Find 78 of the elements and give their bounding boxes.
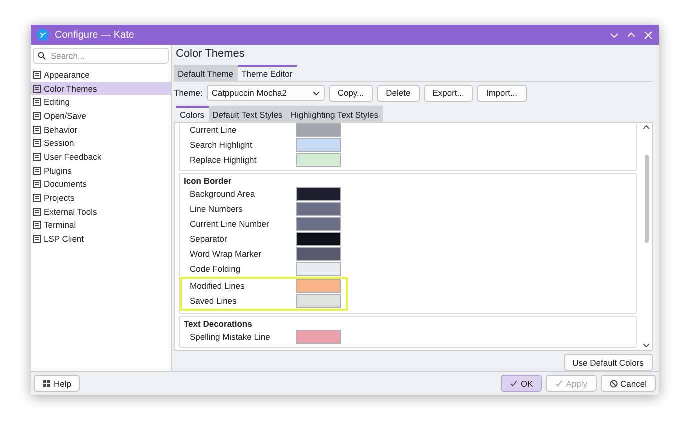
page-icon — [33, 208, 41, 216]
page-icon — [33, 166, 41, 175]
color-label: Current Line Number — [190, 219, 270, 230]
color-swatch[interactable] — [296, 153, 341, 168]
sidebar-item[interactable]: User Feedback — [31, 150, 171, 164]
color-swatch[interactable] — [296, 232, 341, 246]
color-label: Replace Highlight — [190, 155, 258, 166]
theme-button[interactable]: Delete — [377, 84, 420, 102]
page-icon — [33, 98, 41, 106]
group-title: Icon Border — [183, 174, 233, 187]
window-title: Configure — Kate — [55, 30, 136, 40]
tab[interactable]: Highlighting Text Styles — [286, 106, 383, 122]
sidebar-item[interactable]: Behavior — [31, 122, 171, 136]
theme-label: Theme: — [174, 88, 203, 98]
page-icon — [33, 84, 41, 93]
color-label: Search Highlight — [190, 140, 254, 150]
page-icon — [33, 152, 41, 161]
tab[interactable]: Default Text Styles — [208, 106, 287, 122]
page-title: Color Themes — [175, 47, 246, 62]
dialog-button[interactable]: Help — [34, 375, 80, 392]
scrollbar-thumb[interactable] — [644, 154, 648, 243]
color-swatch[interactable] — [296, 123, 341, 138]
check-icon — [510, 380, 518, 388]
color-label: Saved Lines — [190, 296, 238, 306]
color-swatch[interactable] — [296, 217, 341, 232]
theme-button[interactable]: Import... — [477, 84, 527, 102]
color-label: Word Wrap Marker — [190, 249, 262, 260]
maximize-icon[interactable] — [627, 30, 636, 40]
color-label: Background Area — [190, 189, 256, 200]
sidebar-item[interactable]: Terminal — [31, 218, 171, 232]
sidebar-item[interactable]: External Tools — [31, 204, 171, 219]
page-icon — [33, 126, 41, 134]
color-swatch[interactable] — [296, 279, 341, 294]
sidebar-item[interactable]: Color Themes — [31, 82, 171, 96]
color-swatch[interactable] — [296, 294, 341, 308]
close-icon[interactable] — [644, 30, 653, 40]
sidebar-item[interactable]: Editing — [31, 95, 171, 110]
page-icon — [33, 139, 41, 148]
color-label: Modified Lines — [190, 281, 246, 292]
theme-dropdown[interactable]: Catppuccin Mocha2 — [206, 85, 325, 102]
sidebar-item[interactable]: Projects — [31, 191, 171, 205]
color-swatch[interactable] — [296, 262, 341, 276]
tab[interactable]: Default Theme — [174, 64, 238, 81]
color-label: Separator — [190, 234, 228, 244]
group-title: Text Decorations — [183, 318, 254, 330]
page-icon — [33, 180, 41, 188]
sidebar-item[interactable]: Plugins — [31, 164, 171, 178]
theme-button[interactable]: Export... — [424, 84, 474, 102]
page-icon — [33, 221, 41, 230]
search-field[interactable]: Search... — [33, 48, 169, 64]
page-icon — [33, 235, 41, 244]
page-icon — [33, 112, 41, 120]
sidebar-item[interactable]: LSP Client — [31, 232, 171, 246]
color-swatch[interactable] — [296, 187, 341, 202]
color-label: Spelling Mistake Line — [190, 332, 272, 342]
color-label: Line Numbers — [190, 204, 244, 214]
color-swatch[interactable] — [296, 247, 341, 262]
default-colors-button[interactable]: Use Default Colors — [564, 354, 653, 371]
page-icon — [33, 70, 41, 79]
color-swatch[interactable] — [296, 138, 341, 152]
scrollbar[interactable] — [641, 122, 652, 350]
sidebar-item[interactable]: Open/Save — [31, 109, 171, 123]
sidebar-item[interactable]: Session — [31, 136, 171, 150]
caret-icon — [312, 90, 320, 96]
minimize-icon[interactable] — [610, 30, 619, 40]
color-swatch[interactable] — [296, 330, 341, 344]
color-swatch[interactable] — [296, 202, 341, 216]
check-icon — [555, 380, 564, 388]
sidebar-item[interactable]: Appearance — [31, 68, 171, 82]
sidebar-item[interactable]: Documents — [31, 178, 171, 192]
cancel-icon — [610, 380, 618, 388]
theme-button[interactable]: Copy... — [328, 84, 374, 102]
app-icon — [37, 29, 49, 41]
color-label: Current Line — [190, 125, 238, 136]
dialog-button[interactable]: OK — [500, 375, 542, 392]
dialog-button[interactable]: Cancel — [600, 375, 656, 392]
page-icon — [33, 194, 41, 202]
color-label: Code Folding — [190, 264, 242, 274]
